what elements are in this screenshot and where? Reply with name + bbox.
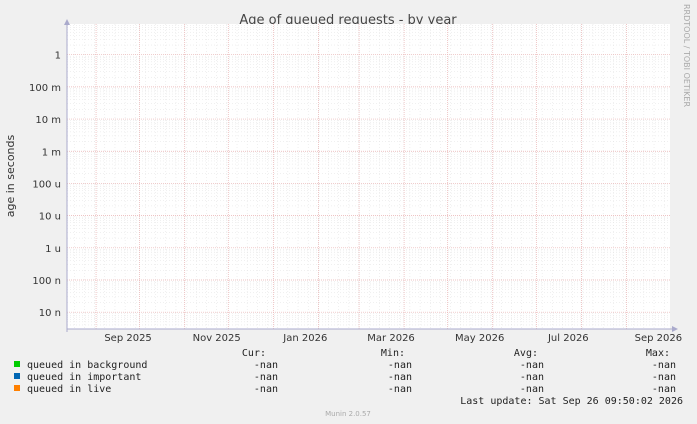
rrdtool-side-label: RRDTOOL / TOBI OETIKER xyxy=(682,4,691,107)
legend-value-min: -nan xyxy=(388,372,412,383)
y-tick-label: 10 n xyxy=(39,308,61,319)
x-axis-arrow xyxy=(672,326,678,332)
legend-value-avg: -nan xyxy=(520,372,544,383)
legend-value-cur: -nan xyxy=(254,384,278,395)
legend-series-name: queued in background xyxy=(27,360,147,371)
legend-value-max: -nan xyxy=(652,360,676,371)
legend: queued in background -nan -nan -nan -nanqueu… xyxy=(14,360,676,395)
legend-swatch xyxy=(14,373,20,379)
y-tick-label: 10 m xyxy=(35,115,61,126)
legend-swatch xyxy=(14,361,20,367)
x-tick-label: Jul 2026 xyxy=(547,333,589,344)
legend-header-min: Min: xyxy=(381,348,405,359)
legend-series-name: queued in live xyxy=(27,384,111,395)
legend-value-max: -nan xyxy=(652,384,676,395)
x-tick-label: Sep 2025 xyxy=(104,333,151,344)
x-tick-label: Nov 2025 xyxy=(193,333,241,344)
y-tick-label: 100 n xyxy=(32,276,61,287)
legend-header-avg: Avg: xyxy=(514,348,538,359)
y-axis-arrow xyxy=(64,19,70,25)
y-tick-label: 100 u xyxy=(32,179,61,190)
legend-swatch xyxy=(14,385,20,391)
legend-series-name: queued in important xyxy=(27,372,141,383)
legend-value-cur: -nan xyxy=(254,360,278,371)
legend-value-max: -nan xyxy=(652,372,676,383)
legend-value-avg: -nan xyxy=(520,360,544,371)
y-tick-label: 1 m xyxy=(42,147,61,158)
legend-value-avg: -nan xyxy=(520,384,544,395)
munin-version: Munin 2.0.57 xyxy=(325,410,371,418)
y-tick-label: 100 m xyxy=(29,83,61,94)
legend-header-max: Max: xyxy=(646,348,670,359)
legend-value-cur: -nan xyxy=(254,372,278,383)
legend-value-min: -nan xyxy=(388,360,412,371)
chart: Age of queued requests - by year RRDTOOL… xyxy=(4,4,691,418)
legend-header-cur: Cur: xyxy=(242,348,266,359)
y-tick-labels: 1 100 m 10 m 1 m 100 u 10 u 1 u 100 n 10 n xyxy=(29,51,61,319)
y-tick-label: 10 u xyxy=(39,212,61,223)
x-tick-label: May 2026 xyxy=(455,333,504,344)
x-tick-label: Mar 2026 xyxy=(367,333,415,344)
y-tick-label: 1 xyxy=(55,51,61,62)
y-tick-label: 1 u xyxy=(45,244,61,255)
legend-value-min: -nan xyxy=(388,384,412,395)
x-tick-label: Jan 2026 xyxy=(282,333,327,344)
y-axis-label: age in seconds xyxy=(4,135,17,218)
x-tick-labels: Sep 2025 Nov 2025 Jan 2026 Mar 2026 May 2026… xyxy=(104,333,682,344)
x-tick-label: Sep 2026 xyxy=(635,333,682,344)
last-update: Last update: Sat Sep 26 09:50:02 2026 xyxy=(460,396,683,407)
